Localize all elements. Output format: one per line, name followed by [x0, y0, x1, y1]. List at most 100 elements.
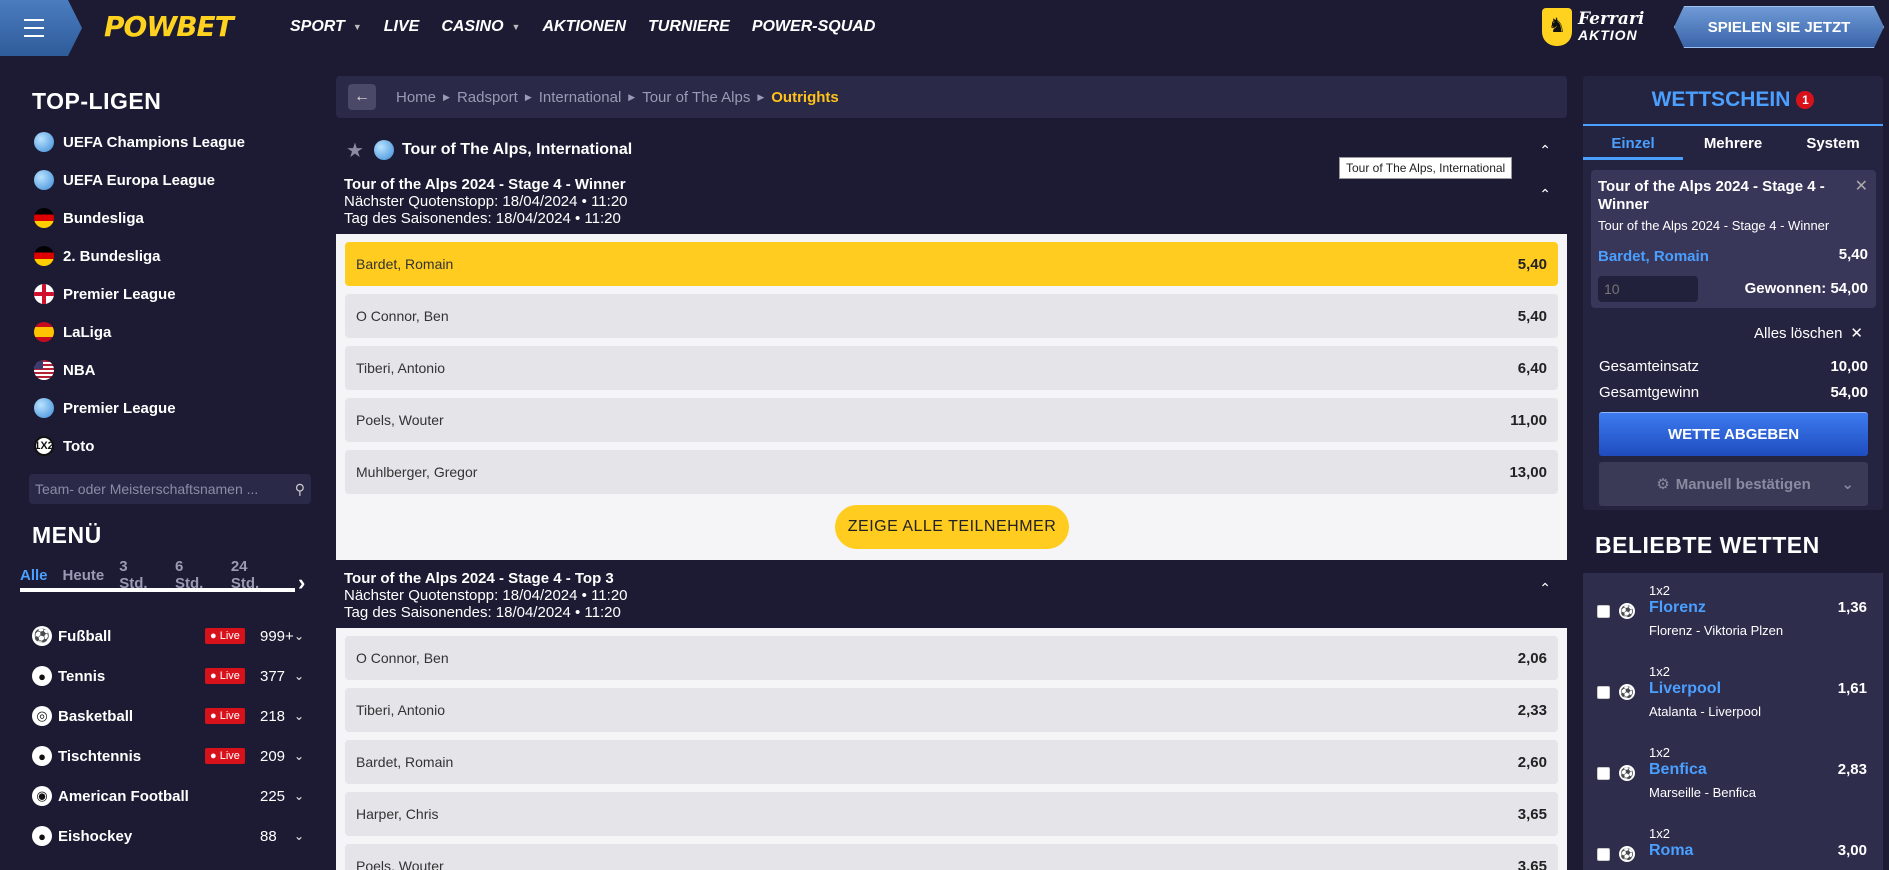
sport-count: 209: [260, 747, 286, 765]
chevron-down-icon[interactable]: ⌄: [294, 749, 304, 763]
odd-row[interactable]: Tiberi, Antonio 6,40: [345, 346, 1558, 390]
back-arrow-icon[interactable]: ←: [348, 84, 376, 110]
live-badge: ● Live: [205, 748, 245, 764]
manual-confirm-button[interactable]: ⚙ Manuell bestätigen ⌄: [1599, 462, 1868, 506]
breadcrumb-international[interactable]: International: [539, 89, 622, 106]
odd-row[interactable]: Poels, Wouter 11,00: [345, 398, 1558, 442]
tab-3h[interactable]: 3 Std.: [119, 558, 160, 592]
place-bet-button[interactable]: WETTE ABGEBEN: [1599, 412, 1868, 456]
breadcrumb-radsport[interactable]: Radsport: [457, 89, 518, 106]
market-type: 1x2: [1649, 664, 1670, 679]
odd-row[interactable]: Bardet, Romain 5,40: [345, 242, 1558, 286]
league-item[interactable]: UEFA Champions League: [34, 132, 245, 152]
odd-value: 2,33: [1517, 701, 1547, 719]
odd-row[interactable]: Poels, Wouter 3,65: [345, 844, 1558, 870]
nav-turniere[interactable]: TURNIERE: [648, 18, 730, 36]
chevron-down-icon[interactable]: ⌄: [294, 669, 304, 683]
odd-row[interactable]: Tiberi, Antonio 2,33: [345, 688, 1558, 732]
participant-name: Bardet, Romain: [356, 754, 454, 770]
close-icon[interactable]: ✕: [1855, 176, 1868, 196]
popular-bet-item[interactable]: ⚽ 1x2 Benfica 2,83 Marseille - Benfica: [1583, 735, 1883, 815]
menu-button[interactable]: [0, 0, 82, 56]
odd-value[interactable]: 1,36: [1838, 599, 1867, 616]
popular-bet-item[interactable]: ⚽ 1x2 Liverpool 1,61 Atalanta - Liverpoo…: [1583, 654, 1883, 734]
popular-bets-title: BELIEBTE WETTEN: [1595, 532, 1820, 558]
tab-single[interactable]: Einzel: [1583, 128, 1683, 160]
chevron-down-icon[interactable]: ⌄: [294, 709, 304, 723]
popular-bet-item[interactable]: ⚽ 1x2 Florenz 1,36 Florenz - Viktoria Pl…: [1583, 573, 1883, 653]
odd-row[interactable]: Harper, Chris 3,65: [345, 792, 1558, 836]
chevron-up-icon[interactable]: ⌃: [1539, 580, 1551, 597]
breadcrumb-home[interactable]: Home: [396, 89, 436, 106]
market-next-stop: Nächster Quotenstopp: 18/04/2024 • 11:20: [344, 587, 628, 604]
chevron-down-icon[interactable]: ⌄: [294, 829, 304, 843]
odd-row[interactable]: O Connor, Ben 5,40: [345, 294, 1558, 338]
tab-multiple[interactable]: Mehrere: [1683, 128, 1783, 160]
soccer-icon: ⚽: [1619, 603, 1635, 619]
show-all-participants-button[interactable]: ZEIGE ALLE TEILNEHMER: [835, 505, 1069, 549]
league-item[interactable]: UEFA Europa League: [34, 170, 215, 190]
tab-all[interactable]: Alle: [20, 567, 48, 584]
tab-system[interactable]: System: [1783, 128, 1883, 160]
sport-item-football[interactable]: ⚽ Fußball ● Live 999+ ⌄: [32, 624, 312, 648]
toto-icon: 1X2: [34, 436, 54, 456]
league-item[interactable]: Premier League: [34, 284, 176, 304]
checkbox[interactable]: [1597, 767, 1610, 780]
odd-value[interactable]: 2,83: [1838, 761, 1867, 778]
nav-sport[interactable]: SPORT ▼: [290, 18, 362, 36]
stake-input[interactable]: [1598, 276, 1698, 302]
team-name: Benfica: [1649, 761, 1707, 778]
nav-aktionen[interactable]: AKTIONEN: [542, 18, 626, 36]
sport-item-basketball[interactable]: ◎ Basketball ● Live 218 ⌄: [32, 704, 312, 728]
tab-24h[interactable]: 24 Std.: [231, 558, 280, 592]
play-now-button[interactable]: SPIELEN SIE JETZT: [1674, 6, 1884, 48]
nav-power-squad[interactable]: POWER-SQUAD: [752, 18, 876, 36]
league-item[interactable]: LaLiga: [34, 322, 111, 342]
popular-bet-item[interactable]: ⚽ 1x2 Roma 3,00: [1583, 816, 1883, 870]
league-item[interactable]: NBA: [34, 360, 96, 380]
bet-odd: 5,40: [1838, 246, 1868, 263]
star-icon[interactable]: ★: [346, 138, 364, 163]
odd-value: 11,00: [1510, 411, 1547, 429]
checkbox[interactable]: [1597, 605, 1610, 618]
time-filter-tabs: Alle Heute 3 Std. 6 Std. 24 Std.: [20, 558, 295, 592]
clear-all-button[interactable]: Alles löschen ✕: [1754, 324, 1863, 342]
sport-item-american-football[interactable]: ◉ American Football 225 ⌄: [32, 784, 312, 808]
nav-live[interactable]: LIVE: [384, 18, 420, 36]
betslip-tabs: Einzel Mehrere System: [1583, 128, 1883, 160]
tab-today[interactable]: Heute: [63, 567, 105, 584]
sport-count: 377: [260, 667, 286, 685]
odd-row[interactable]: Bardet, Romain 2,60: [345, 740, 1558, 784]
league-item[interactable]: 2. Bundesliga: [34, 246, 161, 266]
chevron-up-icon[interactable]: ⌃: [1539, 142, 1551, 159]
odd-row[interactable]: O Connor, Ben 2,06: [345, 636, 1558, 680]
tab-6h[interactable]: 6 Std.: [175, 558, 216, 592]
checkbox[interactable]: [1597, 686, 1610, 699]
league-label: NBA: [63, 361, 96, 379]
search-input[interactable]: [35, 481, 275, 497]
sport-item-hockey[interactable]: ● Eishockey 88 ⌄: [32, 824, 312, 848]
league-item[interactable]: 1X2 Toto: [34, 436, 94, 456]
ferrari-promo[interactable]: ♞ Ferrari AKTION: [1542, 8, 1644, 46]
checkbox[interactable]: [1597, 848, 1610, 861]
chevron-down-icon[interactable]: ⌄: [294, 629, 304, 643]
market-header: Tour of the Alps 2024 - Stage 4 - Top 3 …: [336, 562, 1567, 628]
odd-value: 5,40: [1517, 255, 1547, 273]
odd-value[interactable]: 3,00: [1838, 842, 1867, 859]
odd-row[interactable]: Muhlberger, Gregor 13,00: [345, 450, 1558, 494]
odd-value[interactable]: 1,61: [1838, 680, 1867, 697]
chevron-up-icon[interactable]: ⌃: [1539, 186, 1551, 203]
sport-item-tennis[interactable]: ● Tennis ● Live 377 ⌄: [32, 664, 312, 688]
chevron-down-icon[interactable]: ⌄: [294, 789, 304, 803]
league-item[interactable]: Premier League: [34, 398, 176, 418]
logo[interactable]: POWBET: [104, 10, 234, 43]
breadcrumb-separator-icon: ▶: [757, 91, 765, 102]
chevron-right-icon[interactable]: ›: [298, 570, 305, 596]
search-icon[interactable]: ⚲: [295, 481, 305, 498]
league-item[interactable]: Bundesliga: [34, 208, 144, 228]
breadcrumb-tour[interactable]: Tour of The Alps: [642, 89, 750, 106]
sport-label: Eishockey: [58, 827, 133, 845]
sport-item-table-tennis[interactable]: ● Tischtennis ● Live 209 ⌄: [32, 744, 312, 768]
nav-casino[interactable]: CASINO ▼: [441, 18, 520, 36]
breadcrumb-separator-icon: ▶: [628, 91, 636, 102]
